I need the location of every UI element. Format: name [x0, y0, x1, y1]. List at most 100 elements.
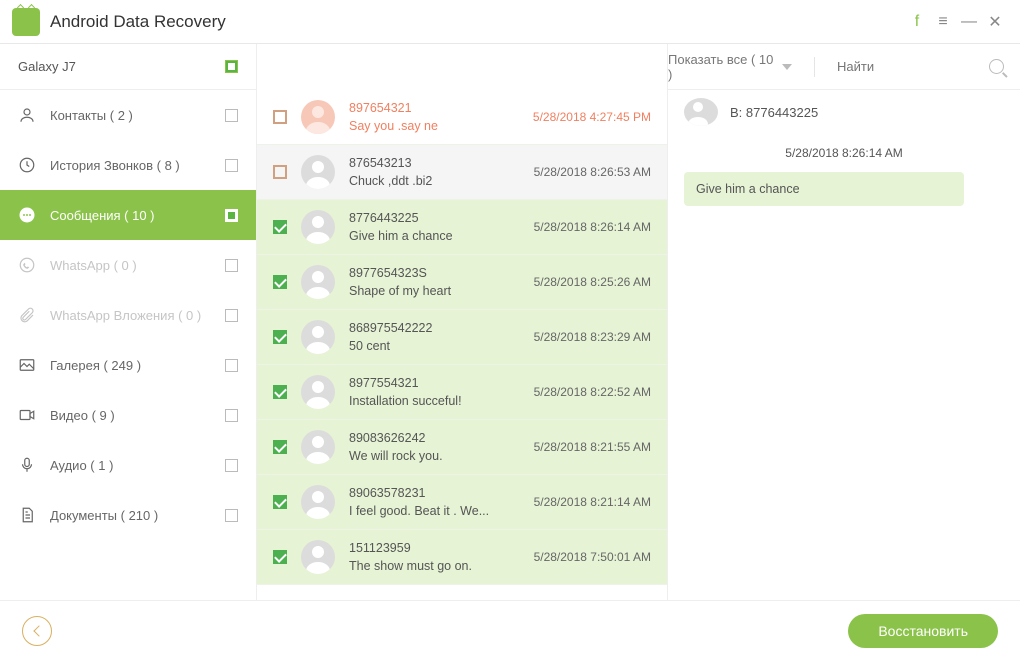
message-checkbox[interactable]	[273, 495, 287, 509]
message-body: 89083626242 We will rock you.	[349, 431, 520, 463]
avatar-icon	[301, 210, 335, 244]
sidebar-item-documents[interactable]: Документы ( 210 )	[0, 490, 256, 540]
message-preview: Chuck ,ddt .bi2	[349, 174, 520, 188]
message-checkbox[interactable]	[273, 440, 287, 454]
sidebar-item-checkbox[interactable]	[225, 309, 238, 322]
message-checkbox[interactable]	[273, 275, 287, 289]
message-checkbox[interactable]	[273, 165, 287, 179]
sidebar-item-label: Галерея ( 249 )	[50, 358, 211, 373]
message-body: 86897554222250 cent	[349, 321, 520, 353]
message-row[interactable]: 151123959 The show must go on. 5/28/2018 7…	[257, 530, 667, 585]
conversation-body: 5/28/2018 8:26:14 AM Give him a chance	[668, 134, 1020, 600]
back-button[interactable]	[22, 616, 52, 646]
message-time: 5/28/2018 8:26:53 AM	[534, 165, 651, 179]
sidebar-item-checkbox[interactable]	[225, 159, 238, 172]
message-list: 897654321Say you .say ne 5/28/2018 4:27:4…	[257, 90, 667, 600]
message-preview: The show must go on.	[349, 559, 520, 573]
facebook-icon[interactable]: f	[904, 9, 930, 35]
video-icon	[18, 406, 36, 424]
message-time: 5/28/2018 8:21:55 AM	[534, 440, 651, 454]
sidebar-item-checkbox[interactable]	[225, 259, 238, 272]
message-row[interactable]: 8776443225 Give him a chance 5/28/2018 8:2…	[257, 200, 667, 255]
message-preview: Give him a chance	[349, 229, 520, 243]
message-checkbox[interactable]	[273, 385, 287, 399]
message-preview: Shape of my heart	[349, 284, 520, 298]
sidebar-item-checkbox[interactable]	[225, 409, 238, 422]
message-row[interactable]: 89063578231I feel good. Beat it . We...5…	[257, 475, 667, 530]
sidebar-item-label: WhatsApp ( 0 )	[50, 258, 211, 273]
sidebar-item-contacts[interactable]: Контакты ( 2 )	[0, 90, 256, 140]
conversation-title: B: 8776443225	[730, 105, 818, 120]
message-time: 5/28/2018 8:21:14 AM	[534, 495, 651, 509]
message-row[interactable]: 8977554321 Installation succeful! 5/28/201…	[257, 365, 667, 420]
message-list-panel: 897654321Say you .say ne 5/28/2018 4:27:4…	[257, 44, 667, 600]
sidebar-item-audio[interactable]: Аудио ( 1 )	[0, 440, 256, 490]
conversation-timestamp: 5/28/2018 8:26:14 AM	[684, 146, 1004, 160]
sidebar-item-checkbox[interactable]	[225, 509, 238, 522]
gallery-icon	[18, 356, 36, 374]
avatar-icon	[684, 98, 718, 126]
device-name: Galaxy J7	[18, 59, 76, 74]
sidebar-item-checkbox[interactable]	[225, 359, 238, 372]
message-number: 89063578231	[349, 486, 520, 500]
sidebar-item-messages[interactable]: Сообщения ( 10 )	[0, 190, 256, 240]
message-preview: We will rock you.	[349, 449, 520, 463]
sidebar-item-label: Видео ( 9 )	[50, 408, 211, 423]
avatar-icon	[301, 485, 335, 519]
message-number: 151123959	[349, 541, 520, 555]
app-logo-icon	[12, 8, 40, 36]
avatar-icon	[301, 320, 335, 354]
message-row[interactable]: 897654321Say you .say ne 5/28/2018 4:27:4…	[257, 90, 667, 145]
menu-icon[interactable]: ≡	[930, 9, 956, 35]
sidebar-item-checkbox[interactable]	[225, 209, 238, 222]
message-checkbox[interactable]	[273, 220, 287, 234]
whatsapp-icon	[18, 256, 36, 274]
message-time: 5/28/2018 8:26:14 AM	[534, 220, 651, 234]
message-time: 5/28/2018 8:22:52 AM	[534, 385, 651, 399]
device-header: Galaxy J7	[0, 44, 256, 90]
filter-label: Показать все ( 10 )	[668, 52, 776, 82]
message-number: 89083626242	[349, 431, 520, 445]
search-icon	[989, 59, 1004, 74]
avatar-icon	[301, 155, 335, 189]
footer: Восстановить	[0, 600, 1020, 660]
message-body: 8977554321 Installation succeful!	[349, 376, 520, 408]
message-number: 897654321	[349, 101, 519, 115]
sidebar-item-checkbox[interactable]	[225, 459, 238, 472]
filter-dropdown[interactable]: Показать все ( 10 )	[668, 52, 792, 82]
message-row[interactable]: 89083626242 We will rock you. 5/28/2018 8:…	[257, 420, 667, 475]
message-number: 8776443225	[349, 211, 520, 225]
message-time: 5/28/2018 8:23:29 AM	[534, 330, 651, 344]
message-time: 5/28/2018 4:27:45 PM	[533, 110, 651, 124]
sidebar-item-gallery[interactable]: Галерея ( 249 )	[0, 340, 256, 390]
message-number: 8977554321	[349, 376, 520, 390]
message-row[interactable]: 8977654323SShape of my heart5/28/2018 8:…	[257, 255, 667, 310]
message-row[interactable]: 876543213Chuck ,ddt .bi2 5/28/2018 8:26:5…	[257, 145, 667, 200]
message-checkbox[interactable]	[273, 550, 287, 564]
message-number: 868975542222	[349, 321, 520, 335]
message-time: 5/28/2018 8:25:26 AM	[534, 275, 651, 289]
minimize-button[interactable]: —	[956, 9, 982, 35]
select-all-checkbox[interactable]	[225, 60, 238, 73]
message-checkbox[interactable]	[273, 110, 287, 124]
message-preview: Installation succeful!	[349, 394, 520, 408]
search-box[interactable]	[837, 59, 1004, 74]
conversation-header: B: 8776443225	[668, 90, 1020, 134]
search-input[interactable]	[837, 59, 977, 74]
message-body: 151123959 The show must go on.	[349, 541, 520, 573]
calllog-icon	[18, 156, 36, 174]
message-time: 5/28/2018 7:50:01 AM	[534, 550, 651, 564]
message-row[interactable]: 86897554222250 cent 5/28/2018 8:23:29 AM	[257, 310, 667, 365]
message-checkbox[interactable]	[273, 330, 287, 344]
contacts-icon	[18, 106, 36, 124]
recover-button[interactable]: Восстановить	[848, 614, 998, 648]
sidebar-item-calllog[interactable]: История Звонков ( 8 )	[0, 140, 256, 190]
avatar-icon	[301, 540, 335, 574]
message-body: 876543213Chuck ,ddt .bi2	[349, 156, 520, 188]
sidebar-item-whatsapp: WhatsApp ( 0 )	[0, 240, 256, 290]
message-body: 897654321Say you .say ne	[349, 101, 519, 133]
close-button[interactable]: ✕	[982, 9, 1008, 35]
sidebar-item-checkbox[interactable]	[225, 109, 238, 122]
avatar-icon	[301, 375, 335, 409]
sidebar-item-video[interactable]: Видео ( 9 )	[0, 390, 256, 440]
